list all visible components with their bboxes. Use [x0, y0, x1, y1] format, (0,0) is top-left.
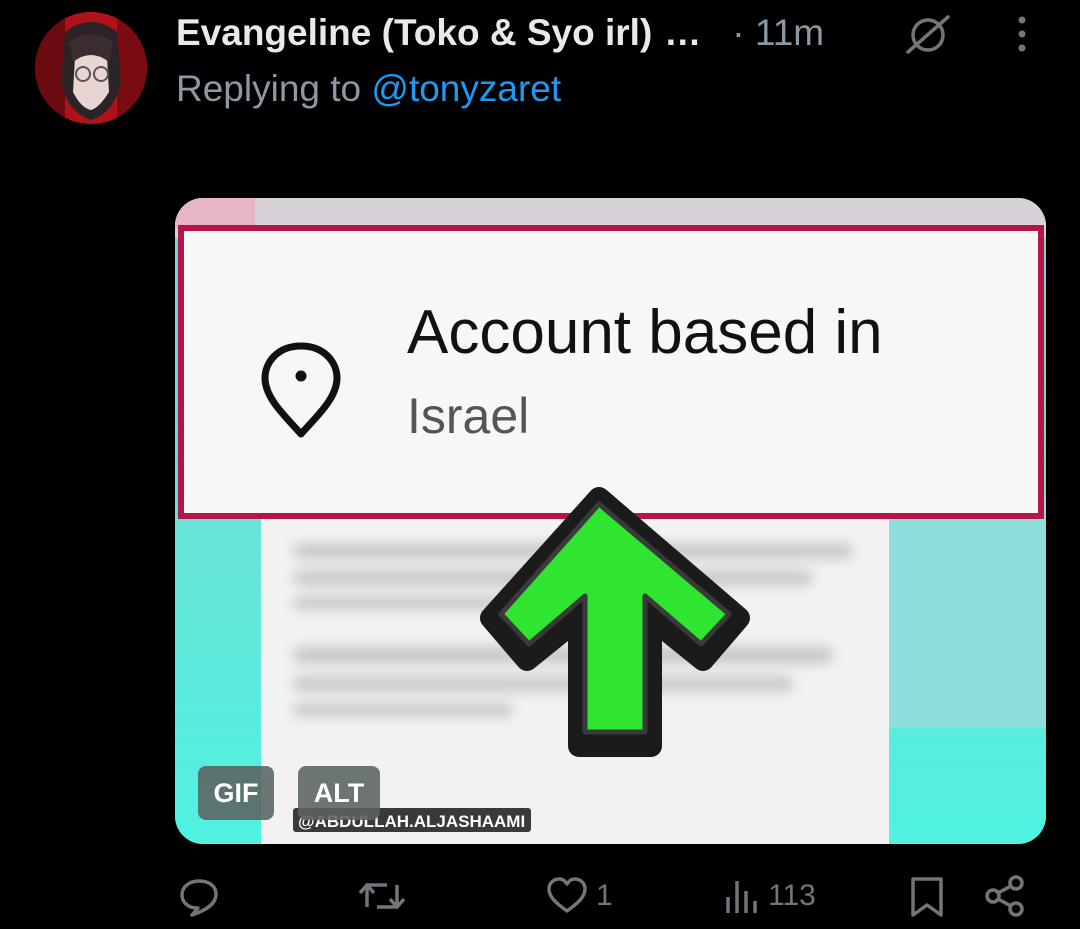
views-button[interactable]: 113	[722, 866, 816, 926]
timestamp[interactable]: · 11m	[732, 12, 824, 54]
replying-to-prefix: Replying to	[176, 68, 362, 109]
media-location: Israel	[407, 388, 529, 444]
replying-to-handle[interactable]: @tonyzaret	[371, 68, 561, 109]
bookmark-icon	[911, 877, 943, 917]
more-icon[interactable]	[1010, 12, 1034, 56]
retweet-icon	[358, 883, 406, 909]
views-count: 113	[768, 879, 816, 912]
retweet-button[interactable]	[357, 866, 413, 926]
name-ellipsis: …	[664, 12, 703, 53]
tweet-media-gif[interactable]: Account based in Israel @ABDULLAH.ALJASH…	[175, 198, 1046, 844]
gif-badge: GIF	[198, 766, 274, 820]
like-icon	[547, 877, 587, 913]
share-icon	[985, 875, 1024, 917]
reply-icon	[180, 879, 218, 917]
replying-to: Replying to @tonyzaret	[176, 68, 561, 110]
views-icon	[726, 881, 757, 913]
display-name[interactable]: Evangeline (Toko & Syo irl)	[176, 12, 652, 54]
bookmark-button[interactable]	[907, 866, 947, 926]
alt-badge[interactable]: ALT	[298, 766, 380, 820]
tweet-actions: 1 113	[0, 866, 1080, 926]
media-headline: Account based in	[407, 298, 883, 367]
like-button[interactable]: 1	[544, 866, 613, 926]
no-entry-icon	[906, 15, 950, 54]
share-button[interactable]	[982, 866, 1028, 926]
avatar[interactable]	[35, 12, 147, 124]
reply-button[interactable]	[176, 866, 228, 926]
like-count: 1	[596, 879, 613, 912]
